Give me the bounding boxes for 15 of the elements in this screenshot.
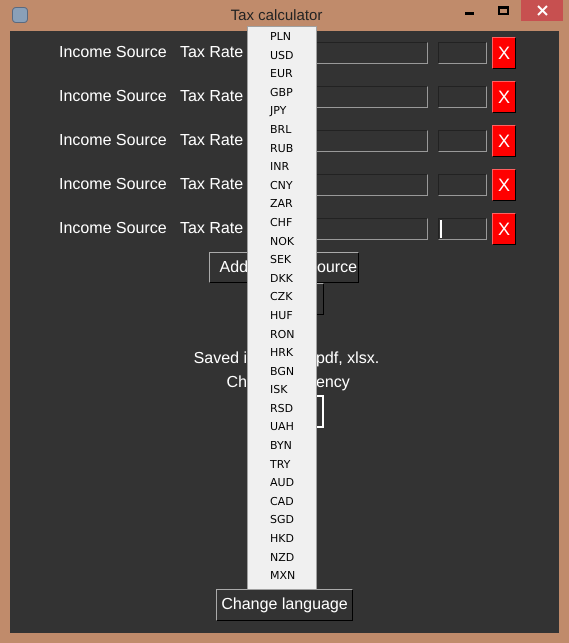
saved-note: pdf, xlsx.	[316, 349, 380, 369]
income-source-label: Income Source	[59, 43, 168, 63]
tax-rate-label: Tax Rate	[180, 219, 244, 239]
tax-rate-label: Tax Rate	[180, 175, 244, 195]
tax-rate-label: Tax Rate	[180, 43, 244, 63]
income-source-label: Income Source	[59, 131, 168, 151]
income-source-label: Income Source	[59, 219, 168, 239]
window-title: Tax calculator	[230, 6, 322, 26]
income-source-label: Income Source	[59, 175, 168, 195]
tax-rate-label: Tax Rate	[180, 131, 244, 151]
income-source-label: Income Source	[59, 87, 168, 107]
saved-note: Saved i	[194, 349, 247, 369]
currency-label: ency	[316, 373, 350, 393]
currency-label: Ch	[226, 373, 247, 393]
tax-rate-label: Tax Rate	[180, 87, 244, 107]
